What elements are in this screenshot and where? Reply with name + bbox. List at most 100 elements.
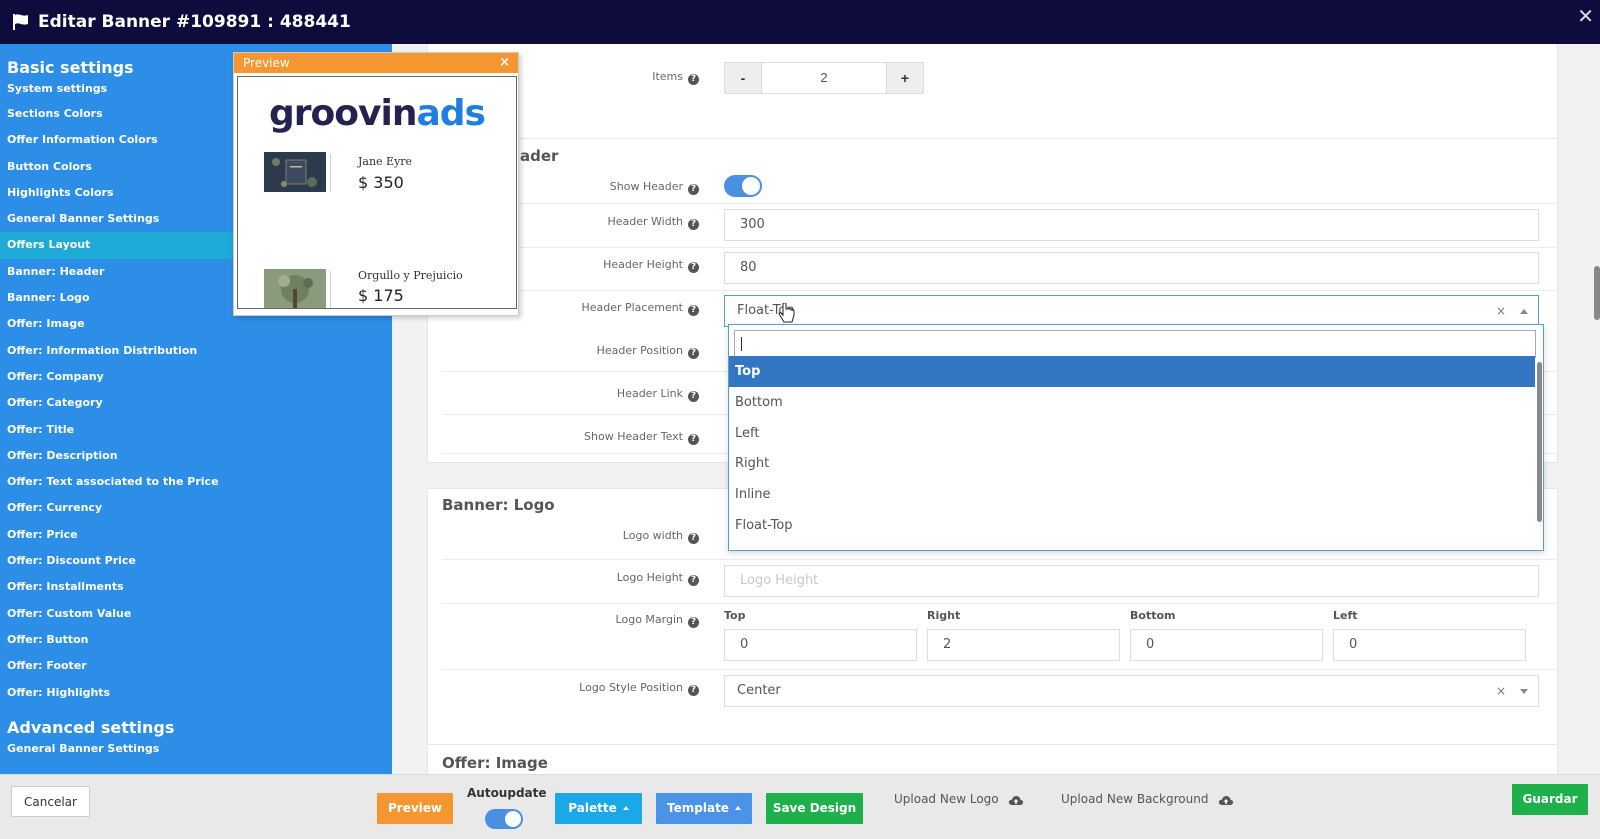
offers-layout-card: Items? - 2 + bbox=[427, 44, 1558, 151]
margin-bottom-col: Bottom 0 bbox=[1130, 609, 1323, 661]
header-position-label: Header Position? bbox=[597, 344, 699, 359]
dropdown-scrollbar[interactable] bbox=[1537, 362, 1542, 522]
margin-left-input[interactable]: 0 bbox=[1333, 629, 1526, 661]
header-width-input[interactable]: 300 bbox=[724, 209, 1539, 241]
cloud-upload-icon bbox=[1219, 796, 1234, 805]
preview-header[interactable]: Preview × bbox=[234, 53, 518, 73]
book-image-1 bbox=[264, 152, 344, 192]
help-icon: ? bbox=[688, 74, 699, 85]
sidebar-item-offer-button[interactable]: Offer: Button bbox=[0, 627, 392, 653]
margin-left-col: Left 0 bbox=[1333, 609, 1526, 661]
margin-left-label: Left bbox=[1333, 609, 1358, 622]
sidebar-item-offer-installments[interactable]: Offer: Installments bbox=[0, 574, 392, 600]
header-height-input[interactable]: 80 bbox=[724, 252, 1539, 284]
show-header-text-label: Show Header Text? bbox=[584, 430, 699, 445]
dropdown-option-right[interactable]: Right bbox=[729, 448, 1535, 479]
sidebar-item-offer-information-distribution[interactable]: Offer: Information Distribution bbox=[0, 338, 392, 364]
offer-title-2: Orgullo y Prejuicio bbox=[358, 269, 463, 282]
show-header-toggle[interactable] bbox=[724, 175, 762, 197]
template-label: Template bbox=[667, 801, 729, 815]
margin-top-input[interactable]: 0 bbox=[724, 629, 917, 661]
decrement-button[interactable]: - bbox=[725, 63, 761, 93]
dropdown-option-left[interactable]: Left bbox=[729, 418, 1535, 449]
hand-pointer-icon bbox=[778, 303, 795, 323]
autoupdate-label: Autoupdate bbox=[467, 786, 547, 800]
margin-right-input[interactable]: 2 bbox=[927, 629, 1120, 661]
help-icon: ? bbox=[688, 575, 699, 586]
preview-button[interactable]: Preview bbox=[377, 793, 453, 824]
dropdown-option-top[interactable]: Top bbox=[729, 356, 1535, 387]
sidebar-item-offer-description[interactable]: Offer: Description bbox=[0, 443, 392, 469]
upload-logo-link[interactable]: Upload New Logo bbox=[894, 784, 1024, 815]
logo-style-position-label: Logo Style Position? bbox=[579, 681, 699, 696]
bottom-action-bar: Cancelar Preview Autoupdate Palette Temp… bbox=[0, 774, 1600, 839]
header-height-label: Header Height? bbox=[603, 258, 699, 273]
palette-label: Palette bbox=[568, 801, 617, 815]
header-placement-select[interactable]: Float-Top × bbox=[724, 295, 1539, 327]
margin-top-label: Top bbox=[724, 609, 746, 622]
items-value[interactable]: 2 bbox=[761, 63, 887, 93]
dropdown-option-float-top[interactable]: Float-Top bbox=[729, 510, 1535, 541]
sidebar-item-offer-currency[interactable]: Offer: Currency bbox=[0, 495, 392, 521]
show-header-label: Show Header? bbox=[610, 180, 699, 195]
dropdown-option-inline[interactable]: Inline bbox=[729, 479, 1535, 510]
margin-bottom-label: Bottom bbox=[1130, 609, 1176, 622]
help-icon: ? bbox=[688, 305, 699, 316]
upload-logo-label: Upload New Logo bbox=[894, 792, 999, 806]
sidebar-item-advanced-general-banner-settings[interactable]: General Banner Settings bbox=[0, 737, 392, 761]
margin-right-col: Right 2 bbox=[927, 609, 1120, 661]
margin-right-label: Right bbox=[927, 609, 961, 622]
cloud-upload-icon bbox=[1009, 796, 1024, 805]
dropdown-option-bottom[interactable]: Bottom bbox=[729, 387, 1535, 418]
sidebar-item-offer-text-associated-to-the-price[interactable]: Offer: Text associated to the Price bbox=[0, 469, 392, 495]
close-icon[interactable]: ✕ bbox=[1577, 4, 1594, 29]
caret-down-icon[interactable] bbox=[1520, 689, 1528, 694]
sidebar-item-offer-price[interactable]: Offer: Price bbox=[0, 522, 392, 548]
close-icon[interactable]: × bbox=[499, 53, 510, 73]
autoupdate-toggle[interactable] bbox=[485, 809, 523, 829]
sidebar-item-offer-discount-price[interactable]: Offer: Discount Price bbox=[0, 548, 392, 574]
sidebar-item-offer-category[interactable]: Offer: Category bbox=[0, 390, 392, 416]
sidebar-item-offer-title[interactable]: Offer: Title bbox=[0, 417, 392, 443]
sidebar-item-offer-footer[interactable]: Offer: Footer bbox=[0, 653, 392, 679]
title-bar: Editar Banner #109891 : 488441 ✕ bbox=[0, 0, 1600, 44]
sidebar-item-offer-custom-value[interactable]: Offer: Custom Value bbox=[0, 601, 392, 627]
upload-background-label: Upload New Background bbox=[1061, 792, 1209, 806]
logo-width-label: Logo width? bbox=[623, 529, 699, 544]
save-button[interactable]: Guardar bbox=[1512, 784, 1588, 815]
increment-button[interactable]: + bbox=[887, 63, 923, 93]
caret-up-icon[interactable] bbox=[1520, 309, 1528, 314]
banner-header-title: ader bbox=[520, 147, 559, 165]
logo-height-label: Logo Height? bbox=[617, 571, 699, 586]
header-placement-label: Header Placement? bbox=[581, 301, 699, 316]
help-icon: ? bbox=[688, 533, 699, 544]
help-icon: ? bbox=[688, 184, 699, 195]
palette-button[interactable]: Palette bbox=[555, 793, 642, 824]
logo-style-position-value: Center bbox=[737, 683, 781, 698]
help-icon: ? bbox=[688, 685, 699, 696]
logo-style-position-select[interactable]: Center × bbox=[724, 675, 1539, 707]
offer-image-card: Offer: Image bbox=[427, 744, 1558, 774]
clear-icon[interactable]: × bbox=[1496, 296, 1506, 326]
header-link-label: Header Link? bbox=[617, 387, 699, 402]
preview-title: Preview bbox=[243, 56, 290, 70]
logo-height-input[interactable]: Logo Height bbox=[724, 565, 1539, 597]
sidebar-item-offer-company[interactable]: Offer: Company bbox=[0, 364, 392, 390]
help-icon: ? bbox=[688, 219, 699, 230]
margin-top-col: Top 0 bbox=[724, 609, 917, 661]
cancel-button[interactable]: Cancelar bbox=[11, 786, 90, 817]
items-label: Items? bbox=[652, 70, 699, 85]
clear-icon[interactable]: × bbox=[1496, 676, 1506, 706]
dropdown-search-input[interactable] bbox=[734, 330, 1536, 358]
help-icon: ? bbox=[688, 617, 699, 628]
sidebar-item-offer-highlights[interactable]: Offer: Highlights bbox=[0, 680, 392, 706]
logo-margin-label: Logo Margin? bbox=[616, 613, 699, 628]
upload-background-link[interactable]: Upload New Background bbox=[1061, 784, 1234, 815]
margin-bottom-input[interactable]: 0 bbox=[1130, 629, 1323, 661]
main-scrollbar[interactable] bbox=[1594, 266, 1600, 320]
banner-logo-title: Banner: Logo bbox=[442, 496, 555, 514]
save-design-button[interactable]: Save Design bbox=[766, 793, 863, 824]
help-icon: ? bbox=[688, 391, 699, 402]
header-width-label: Header Width? bbox=[607, 215, 699, 230]
template-button[interactable]: Template bbox=[656, 793, 752, 824]
